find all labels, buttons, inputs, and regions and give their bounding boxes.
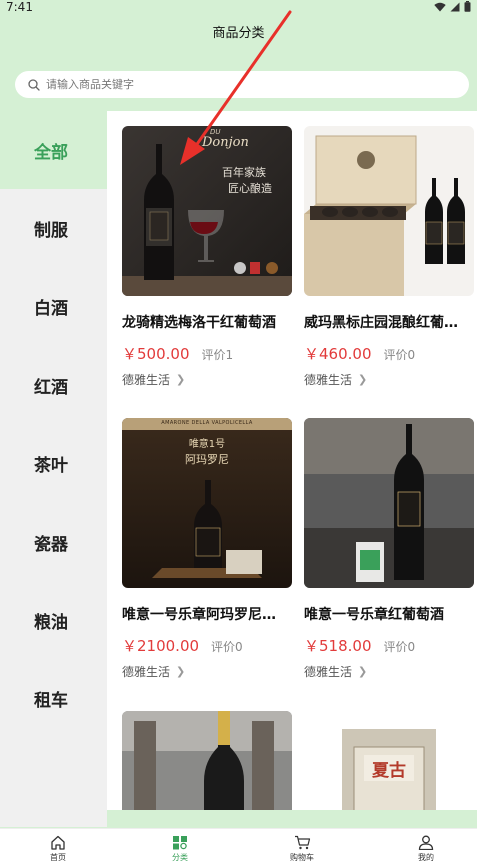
product-image[interactable]: DU Donjon 百年家族 匠心酿造 <box>122 126 292 296</box>
sidebar-item-grain-oil[interactable]: 粮油 <box>0 581 107 659</box>
sidebar-item-all[interactable]: 全部 <box>0 111 107 189</box>
product-card[interactable]: 夏古 <box>304 711 474 810</box>
nav-home[interactable]: 首页 <box>28 835 88 863</box>
wine-gift-box-image <box>304 126 474 296</box>
page-title: 商品分类 <box>212 26 265 41</box>
wine-bottle-image <box>304 418 474 588</box>
product-image[interactable]: AMARONE DELLA VALPOLICELLA 唯意1号 阿玛罗尼 <box>122 418 292 588</box>
label-line-1: 唯意1号 <box>188 439 226 450</box>
product-card[interactable]: AMARONE DELLA VALPOLICELLA 唯意1号 阿玛罗尼 唯意一… <box>122 418 292 680</box>
price-row: ￥518.00 评价0 <box>304 635 474 656</box>
chevron-right-icon: ❯ <box>358 665 368 678</box>
nav-label: 首页 <box>50 853 66 862</box>
wifi-icon <box>434 2 446 11</box>
shop-link[interactable]: 德雅生活 ❯ <box>122 371 292 388</box>
product-name[interactable]: 龙骑精选梅洛干红葡萄酒 <box>122 312 280 332</box>
cart-icon <box>294 835 310 850</box>
product-grid: DU Donjon 百年家族 匠心酿造 龙骑精选梅洛干红葡萄酒 ￥500.00 … <box>107 111 477 810</box>
shop-link[interactable]: 德雅生活 ❯ <box>304 663 474 680</box>
search-icon <box>28 78 40 91</box>
review-count: 评价0 <box>383 640 416 654</box>
review-count: 评价1 <box>201 348 234 362</box>
app-screen: 7:41 商品分类 全部 制服 白酒 红酒 茶叶 瓷器 粮油 租车 <box>0 0 477 868</box>
product-image[interactable] <box>304 126 474 296</box>
sidebar-item-uniform[interactable]: 制服 <box>0 189 107 267</box>
product-price: ￥518.00 <box>304 637 372 655</box>
sidebar-item-red-wine[interactable]: 红酒 <box>0 346 107 424</box>
shop-name: 德雅生活 <box>122 665 171 679</box>
sidebar-item-label: 租车 <box>34 690 68 711</box>
product-price: ￥460.00 <box>304 345 372 363</box>
shop-link[interactable]: 德雅生活 ❯ <box>122 663 292 680</box>
sidebar-item-label: 制服 <box>34 220 68 241</box>
status-bar: 7:41 <box>0 0 477 16</box>
price-row: ￥2100.00 评价0 <box>122 635 292 656</box>
label-line-2: 阿玛罗尼 <box>185 453 229 466</box>
slogan-line-1: 百年家族 <box>222 166 266 179</box>
battery-icon <box>464 1 471 12</box>
sidebar-item-porcelain[interactable]: 瓷器 <box>0 503 107 581</box>
nav-cart[interactable]: 购物车 <box>272 835 332 863</box>
nav-category[interactable]: 分类 <box>150 835 210 863</box>
category-sidebar: 全部 制服 白酒 红酒 茶叶 瓷器 粮油 租车 <box>0 111 107 827</box>
nav-label: 购物车 <box>290 853 314 862</box>
bottom-nav: 首页 分类 购物车 我的 <box>0 828 477 868</box>
sparkling-wine-image <box>122 711 292 810</box>
chevron-right-icon: ❯ <box>176 665 186 678</box>
home-icon <box>51 835 65 850</box>
search-bar[interactable] <box>15 71 469 98</box>
product-name[interactable]: 唯意一号乐章阿玛罗尼红葡萄酒 <box>122 604 280 624</box>
sidebar-item-label: 白酒 <box>34 298 68 319</box>
price-row: ￥500.00 评价1 <box>122 343 292 364</box>
shop-name: 德雅生活 <box>304 373 353 387</box>
product-name[interactable]: 威玛黑标庄园混酿红葡萄酒 <box>304 312 462 332</box>
review-count: 评价0 <box>383 348 416 362</box>
category-icon <box>173 836 187 850</box>
sidebar-item-label: 粮油 <box>34 612 68 633</box>
label-top-text: AMARONE DELLA VALPOLICELLA <box>161 420 253 426</box>
nav-profile[interactable]: 我的 <box>396 835 456 863</box>
shop-name: 德雅生活 <box>304 665 353 679</box>
status-time: 7:41 <box>6 0 33 14</box>
brand-text: Donjon <box>202 135 249 150</box>
product-image[interactable] <box>304 418 474 588</box>
slogan-line-2: 匠心酿造 <box>228 182 272 195</box>
sidebar-item-car-rental[interactable]: 租车 <box>0 659 107 737</box>
product-card[interactable]: DU Donjon 百年家族 匠心酿造 龙骑精选梅洛干红葡萄酒 ￥500.00 … <box>122 126 292 388</box>
sidebar-item-label: 红酒 <box>34 377 68 398</box>
shop-name: 德雅生活 <box>122 373 171 387</box>
chevron-right-icon: ❯ <box>358 373 368 386</box>
shop-link[interactable]: 德雅生活 ❯ <box>304 371 474 388</box>
search-input[interactable] <box>46 78 426 91</box>
review-count: 评价0 <box>211 640 243 654</box>
status-icons <box>434 1 471 12</box>
product-card[interactable]: 唯意一号乐章红葡萄酒 ￥518.00 评价0 德雅生活 ❯ <box>304 418 474 680</box>
product-image[interactable] <box>122 711 292 810</box>
sidebar-item-baijiu[interactable]: 白酒 <box>0 267 107 345</box>
sidebar-item-label: 瓷器 <box>34 534 68 555</box>
sidebar-item-label: 茶叶 <box>34 455 68 476</box>
sidebar-item-tea[interactable]: 茶叶 <box>0 424 107 502</box>
product-price: ￥500.00 <box>122 345 190 363</box>
price-row: ￥460.00 评价0 <box>304 343 474 364</box>
signal-icon <box>450 2 460 11</box>
product-card[interactable]: 威玛黑标庄园混酿红葡萄酒 ￥460.00 评价0 德雅生活 ❯ <box>304 126 474 388</box>
wine-bottle-image <box>122 126 292 296</box>
product-card[interactable] <box>122 711 292 810</box>
product-name[interactable]: 唯意一号乐章红葡萄酒 <box>304 604 462 624</box>
nav-label: 我的 <box>418 853 434 862</box>
box-title-text: 夏古 <box>372 761 406 781</box>
chevron-right-icon: ❯ <box>176 373 186 386</box>
product-price: ￥2100.00 <box>122 637 200 655</box>
sidebar-item-label: 全部 <box>34 142 68 163</box>
user-icon <box>418 835 434 850</box>
nav-label: 分类 <box>172 853 188 862</box>
product-image[interactable]: 夏古 <box>304 711 474 810</box>
